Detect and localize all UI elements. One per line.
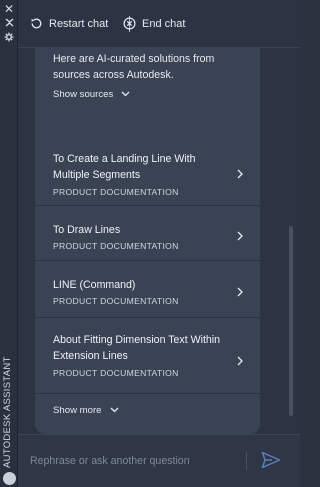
assistant-panel: Restart chat End chat Here are AI-curate… xyxy=(18,0,300,487)
results-card: To Create a Landing Line With Multiple S… xyxy=(35,134,260,434)
send-icon[interactable] xyxy=(261,451,281,474)
result-item[interactable]: LINE (Command) PRODUCT DOCUMENTATION xyxy=(35,261,260,318)
chevron-right-icon xyxy=(237,284,243,302)
chat-header: Restart chat End chat xyxy=(18,0,300,48)
collapse-icon[interactable] xyxy=(0,18,18,30)
result-title: To Draw Lines xyxy=(53,224,121,236)
result-title: About Fitting Dimension Text Within Exte… xyxy=(53,334,221,362)
result-title: LINE (Command) xyxy=(53,279,136,291)
chat-input-bar xyxy=(18,434,300,487)
restart-chat-button[interactable]: Restart chat xyxy=(30,17,108,30)
result-category: PRODUCT DOCUMENTATION xyxy=(53,241,179,251)
chevron-right-icon xyxy=(237,166,243,184)
result-title: To Create a Landing Line With Multiple S… xyxy=(53,153,196,181)
show-more-label: Show more xyxy=(53,405,102,416)
restart-icon xyxy=(30,17,43,30)
chat-input[interactable] xyxy=(30,451,230,471)
result-item[interactable]: To Create a Landing Line With Multiple S… xyxy=(35,134,260,206)
show-sources-label: Show sources xyxy=(53,89,114,100)
result-item[interactable]: About Fitting Dimension Text Within Exte… xyxy=(35,318,260,394)
result-category: PRODUCT DOCUMENTATION xyxy=(53,296,179,306)
left-rail: ✕ AUTODESK ASSISTANT xyxy=(0,0,18,487)
end-chat-icon xyxy=(123,17,136,30)
chevron-down-icon xyxy=(121,89,130,100)
restart-chat-label: Restart chat xyxy=(49,17,109,30)
scrollbar-thumb[interactable] xyxy=(289,226,293,416)
chevron-right-icon xyxy=(237,228,243,246)
chevron-right-icon xyxy=(237,353,243,371)
input-divider xyxy=(246,452,247,470)
show-sources-button[interactable]: Show sources xyxy=(53,89,130,100)
end-chat-button[interactable]: End chat xyxy=(123,17,185,30)
close-icon[interactable]: ✕ xyxy=(0,3,18,15)
result-category: PRODUCT DOCUMENTATION xyxy=(53,368,179,378)
result-category: PRODUCT DOCUMENTATION xyxy=(53,187,179,197)
chat-scroll-area[interactable]: Here are AI-curated solutions from sourc… xyxy=(18,48,300,434)
rail-label: AUTODESK ASSISTANT xyxy=(2,356,13,468)
intro-text: Here are AI-curated solutions from sourc… xyxy=(53,53,215,81)
chevron-down-icon xyxy=(110,405,119,416)
result-item[interactable]: To Draw Lines PRODUCT DOCUMENTATION xyxy=(35,206,260,261)
settings-icon[interactable] xyxy=(0,32,18,45)
avatar[interactable] xyxy=(3,472,16,485)
show-more-button[interactable]: Show more xyxy=(53,405,119,416)
end-chat-label: End chat xyxy=(142,17,186,30)
